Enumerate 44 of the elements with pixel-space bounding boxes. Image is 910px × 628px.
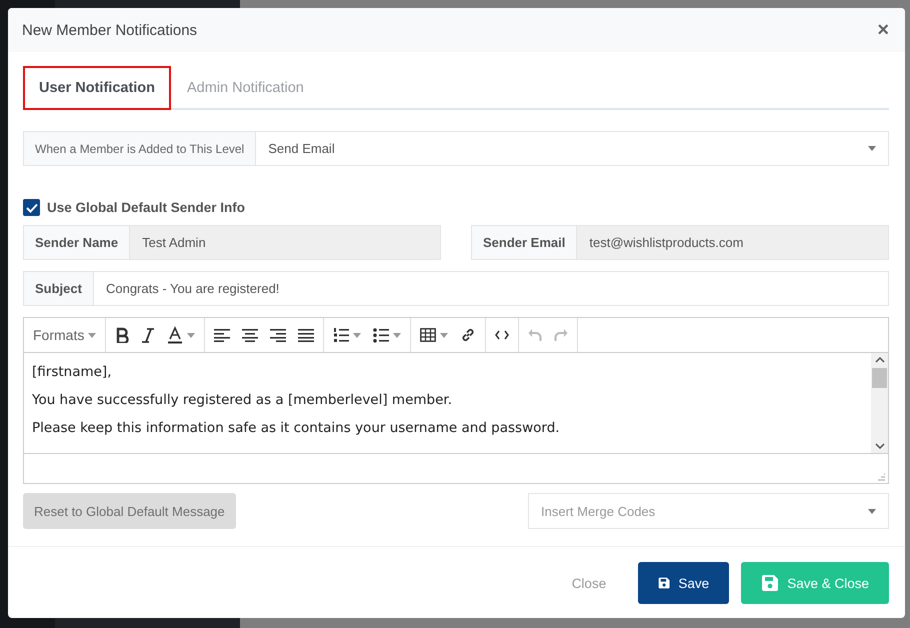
caret-icon bbox=[868, 508, 876, 514]
formats-dropdown[interactable]: Formats bbox=[28, 323, 102, 347]
dialog-title: New Member Notifications bbox=[22, 22, 198, 38]
code-icon bbox=[495, 330, 510, 340]
select-field[interactable]: Send Email bbox=[255, 131, 889, 166]
resize-handle-icon bbox=[877, 472, 886, 481]
scrollbar-thumb[interactable] bbox=[872, 368, 887, 388]
caret-icon bbox=[88, 332, 96, 338]
link-icon bbox=[460, 327, 476, 343]
field-label: Sender Email bbox=[471, 225, 576, 260]
bold-icon bbox=[115, 327, 130, 343]
italic-icon bbox=[141, 327, 156, 343]
caret-icon bbox=[353, 332, 362, 338]
checkmark-icon bbox=[26, 202, 38, 212]
text-color-icon bbox=[167, 326, 184, 344]
redo-icon bbox=[554, 328, 568, 342]
numbered-list-icon bbox=[333, 327, 350, 343]
align-center-icon bbox=[242, 328, 258, 342]
field-label: When a Member is Added to This Level bbox=[23, 131, 256, 166]
tab[interactable]: User Notification bbox=[23, 66, 172, 110]
align-left-icon bbox=[214, 328, 230, 342]
align-right-icon bbox=[270, 328, 286, 342]
chevron-up-icon bbox=[874, 357, 884, 363]
select-value: Send Email bbox=[268, 141, 335, 156]
scrollbar[interactable] bbox=[871, 353, 888, 453]
field-label: Sender Name bbox=[23, 225, 130, 260]
table-icon bbox=[420, 328, 436, 342]
bullet-list-icon bbox=[373, 327, 390, 343]
input-field[interactable]: Congrats - You are registered! bbox=[92, 271, 889, 306]
close-button[interactable]: × bbox=[875, 20, 891, 40]
caret-icon bbox=[393, 332, 402, 338]
paragraph: [firstname], bbox=[32, 364, 112, 380]
save-button[interactable]: Save bbox=[638, 562, 730, 604]
field-label: Subject bbox=[23, 271, 93, 306]
chevron-down-icon bbox=[874, 443, 884, 449]
paragraph: You have successfully registered as a [memberlevel] member. bbox=[32, 392, 454, 408]
caret-icon bbox=[187, 332, 196, 338]
checkbox-label: Use Global Default Sender Info bbox=[47, 200, 246, 215]
caret-icon bbox=[440, 332, 448, 338]
paragraph: Please keep this information safe as it contains your username and password. bbox=[32, 420, 561, 436]
caret-icon bbox=[868, 146, 876, 151]
undo-icon bbox=[528, 328, 542, 342]
checkbox[interactable] bbox=[23, 199, 40, 216]
justify-icon bbox=[298, 328, 314, 342]
